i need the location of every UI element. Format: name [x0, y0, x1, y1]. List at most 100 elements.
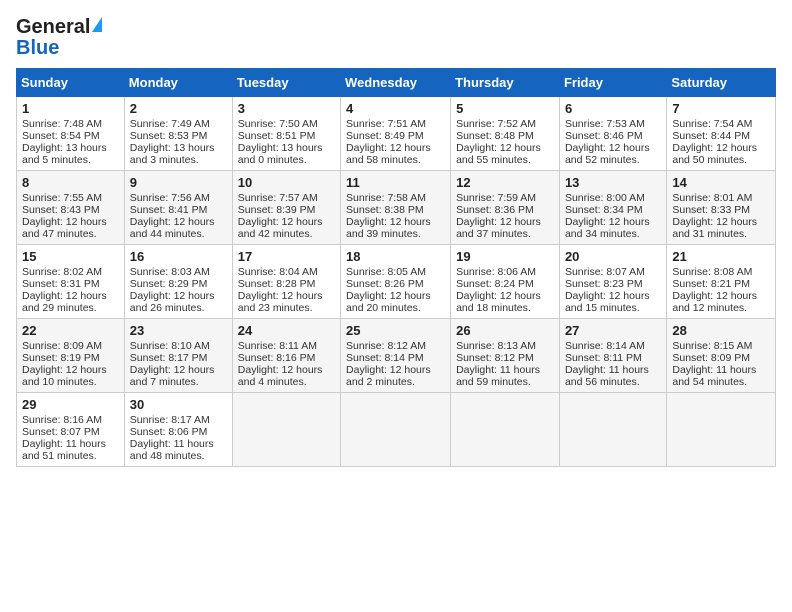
day-info-line: Daylight: 12 hours — [456, 290, 554, 302]
week-row-1: 8Sunrise: 7:55 AMSunset: 8:43 PMDaylight… — [17, 171, 776, 245]
day-info-line: Daylight: 12 hours — [346, 216, 445, 228]
day-info-line: Daylight: 12 hours — [130, 364, 227, 376]
day-info-line: Daylight: 12 hours — [22, 290, 119, 302]
calendar-cell: 12Sunrise: 7:59 AMSunset: 8:36 PMDayligh… — [451, 171, 560, 245]
day-number: 14 — [672, 175, 770, 190]
header-saturday: Saturday — [667, 69, 776, 97]
day-info-line: and 54 minutes. — [672, 376, 770, 388]
day-number: 15 — [22, 249, 119, 264]
calendar-cell: 10Sunrise: 7:57 AMSunset: 8:39 PMDayligh… — [232, 171, 340, 245]
day-number: 25 — [346, 323, 445, 338]
day-info-line: Sunrise: 7:53 AM — [565, 118, 661, 130]
day-info-line: Sunrise: 8:00 AM — [565, 192, 661, 204]
day-info-line: Daylight: 11 hours — [672, 364, 770, 376]
day-info-line: Daylight: 12 hours — [346, 364, 445, 376]
day-info-line: Sunset: 8:21 PM — [672, 278, 770, 290]
day-info-line: and 42 minutes. — [238, 228, 335, 240]
day-info-line: Sunset: 8:16 PM — [238, 352, 335, 364]
header-tuesday: Tuesday — [232, 69, 340, 97]
day-info-line: Sunrise: 7:58 AM — [346, 192, 445, 204]
day-info-line: and 39 minutes. — [346, 228, 445, 240]
day-info-line: and 4 minutes. — [238, 376, 335, 388]
day-info-line: Sunrise: 8:12 AM — [346, 340, 445, 352]
day-info-line: Daylight: 13 hours — [238, 142, 335, 154]
day-info-line: Daylight: 11 hours — [22, 438, 119, 450]
day-info-line: Sunset: 8:14 PM — [346, 352, 445, 364]
day-info-line: Sunrise: 8:15 AM — [672, 340, 770, 352]
day-info-line: Sunrise: 8:08 AM — [672, 266, 770, 278]
calendar-cell: 25 Sunrise: 8:12 AMSunset: 8:14 PMDayligh… — [341, 319, 451, 393]
day-info-line: and 0 minutes. — [238, 154, 335, 166]
day-number: 21 — [672, 249, 770, 264]
calendar-cell: 30Sunrise: 8:17 AMSunset: 8:06 PMDayligh… — [124, 393, 232, 467]
day-info-line: Sunset: 8:34 PM — [565, 204, 661, 216]
page-header: General Blue — [16, 16, 776, 60]
logo: General Blue — [16, 16, 103, 60]
calendar-cell: 27Sunrise: 8:14 AMSunset: 8:11 PMDayligh… — [559, 319, 666, 393]
calendar-cell: 4Sunrise: 7:51 AMSunset: 8:49 PMDaylight… — [341, 97, 451, 171]
logo-arrow-icon — [92, 17, 102, 32]
day-number: 28 — [672, 323, 770, 338]
day-info-line: Sunrise: 7:54 AM — [672, 118, 770, 130]
day-info-line: Daylight: 12 hours — [130, 216, 227, 228]
day-info-line: Sunrise: 7:48 AM — [22, 118, 119, 130]
day-number: 13 — [565, 175, 661, 190]
day-info-line: and 7 minutes. — [130, 376, 227, 388]
day-info-line: Sunrise: 7:55 AM — [22, 192, 119, 204]
day-number: 27 — [565, 323, 661, 338]
day-info-line: Sunrise: 7:50 AM — [238, 118, 335, 130]
day-number: 2 — [130, 101, 227, 116]
calendar-cell: 22Sunrise: 8:09 AMSunset: 8:19 PMDayligh… — [17, 319, 125, 393]
day-info-line: Sunrise: 8:10 AM — [130, 340, 227, 352]
calendar-cell: 1Sunrise: 7:48 AMSunset: 8:54 PMDaylight… — [17, 97, 125, 171]
week-row-2: 15Sunrise: 8:02 AMSunset: 8:31 PMDayligh… — [17, 245, 776, 319]
day-info-line: Daylight: 12 hours — [238, 364, 335, 376]
day-number: 11 — [346, 175, 445, 190]
day-info-line: Daylight: 12 hours — [22, 364, 119, 376]
day-number: 29 — [22, 397, 119, 412]
header-thursday: Thursday — [451, 69, 560, 97]
calendar-cell: 28Sunrise: 8:15 AMSunset: 8:09 PMDayligh… — [667, 319, 776, 393]
day-info-line: Sunset: 8:53 PM — [130, 130, 227, 142]
day-info-line: Daylight: 12 hours — [672, 290, 770, 302]
day-info-line: and 58 minutes. — [346, 154, 445, 166]
header-wednesday: Wednesday — [341, 69, 451, 97]
day-number: 19 — [456, 249, 554, 264]
calendar-cell: 7Sunrise: 7:54 AMSunset: 8:44 PMDaylight… — [667, 97, 776, 171]
calendar-cell: 2Sunrise: 7:49 AMSunset: 8:53 PMDaylight… — [124, 97, 232, 171]
day-info-line: Sunrise: 7:56 AM — [130, 192, 227, 204]
day-info-line: and 56 minutes. — [565, 376, 661, 388]
day-info-line: and 12 minutes. — [672, 302, 770, 314]
day-info-line: Sunset: 8:41 PM — [130, 204, 227, 216]
day-info-line: Daylight: 12 hours — [672, 216, 770, 228]
calendar-cell: 3Sunrise: 7:50 AMSunset: 8:51 PMDaylight… — [232, 97, 340, 171]
day-number: 4 — [346, 101, 445, 116]
day-info-line: Sunrise: 8:17 AM — [130, 414, 227, 426]
day-info-line: Sunset: 8:38 PM — [346, 204, 445, 216]
day-info-line: and 59 minutes. — [456, 376, 554, 388]
day-info-line: and 34 minutes. — [565, 228, 661, 240]
day-info-line: Sunset: 8:26 PM — [346, 278, 445, 290]
day-number: 22 — [22, 323, 119, 338]
calendar-cell: 6Sunrise: 7:53 AMSunset: 8:46 PMDaylight… — [559, 97, 666, 171]
logo-general-text: General — [16, 16, 90, 39]
day-info-line: Sunrise: 8:01 AM — [672, 192, 770, 204]
day-info-line: Daylight: 12 hours — [22, 216, 119, 228]
header-monday: Monday — [124, 69, 232, 97]
day-info-line: and 10 minutes. — [22, 376, 119, 388]
day-info-line: Sunset: 8:19 PM — [22, 352, 119, 364]
day-info-line: Sunset: 8:49 PM — [346, 130, 445, 142]
day-info-line: Sunset: 8:24 PM — [456, 278, 554, 290]
day-info-line: Sunset: 8:43 PM — [22, 204, 119, 216]
day-info-line: Daylight: 12 hours — [565, 142, 661, 154]
day-info-line: Sunset: 8:33 PM — [672, 204, 770, 216]
day-info-line: Sunset: 8:36 PM — [456, 204, 554, 216]
day-info-line: Sunrise: 8:13 AM — [456, 340, 554, 352]
day-info-line: Sunset: 8:51 PM — [238, 130, 335, 142]
day-info-line: Sunrise: 7:59 AM — [456, 192, 554, 204]
day-info-line: Sunset: 8:17 PM — [130, 352, 227, 364]
day-info-line: Sunrise: 8:02 AM — [22, 266, 119, 278]
day-info-line: Daylight: 11 hours — [456, 364, 554, 376]
calendar-cell: 19Sunrise: 8:06 AMSunset: 8:24 PMDayligh… — [451, 245, 560, 319]
day-info-line: Daylight: 12 hours — [672, 142, 770, 154]
